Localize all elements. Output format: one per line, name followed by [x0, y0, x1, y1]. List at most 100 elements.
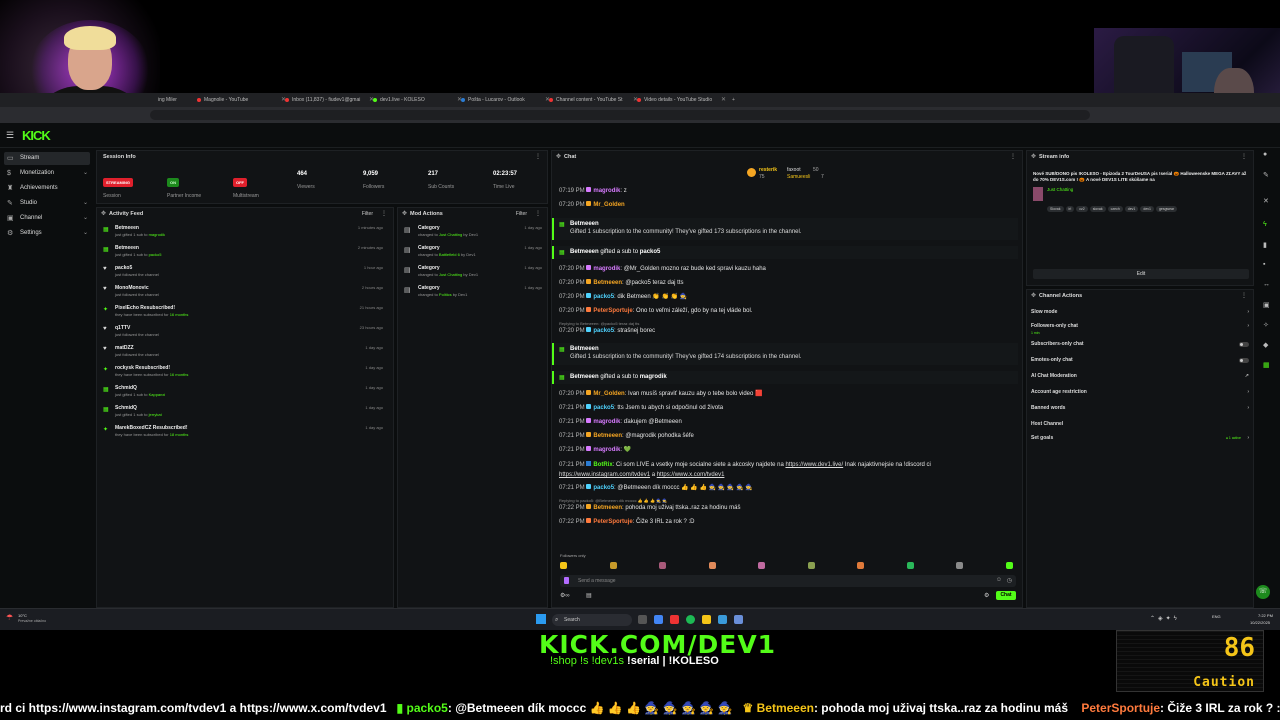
more-icon[interactable]: ⋮ — [535, 153, 541, 160]
chat-username[interactable]: packo5 — [593, 405, 614, 411]
feed-item[interactable]: ▦ Betmeeen just gifted 1 sub to packo5 2 mi… — [101, 244, 387, 264]
sidebar-item-achievements[interactable]: ♜ Achievements — [4, 182, 90, 195]
chat-username[interactable]: packo5 — [593, 485, 614, 491]
paint-icon[interactable]: ◆ — [1263, 341, 1268, 349]
pencil-icon[interactable]: ✎ — [1263, 171, 1269, 179]
card-icon[interactable]: ▮ — [1263, 241, 1267, 249]
chat-message[interactable]: 07:21 PM BotRix: Ci som LIVE a vsetky mo… — [559, 460, 1019, 480]
folder-icon[interactable] — [702, 615, 711, 624]
emote-icon[interactable] — [758, 562, 765, 569]
message-link[interactable]: https://www.dev1.live/ — [785, 462, 843, 468]
drag-handle-icon[interactable]: ✥ — [1031, 292, 1036, 299]
vote-icon[interactable]: ▦ — [1263, 361, 1270, 369]
stream-tag[interactable]: czech — [1107, 206, 1123, 212]
chat-username[interactable]: Betmeeen — [593, 505, 622, 511]
chat-message[interactable]: 07:20 PM Betmeeen: @packo5 teraz daj tts — [559, 279, 1019, 286]
feed-item[interactable]: ✦ PixelEcho Resubscribed! they have been s… — [101, 304, 387, 324]
gift-target[interactable]: magrodik — [640, 374, 667, 380]
chat-message[interactable]: 07:19 PM magrodik: z — [559, 187, 1019, 194]
chat-settings-icon[interactable]: ⚙ — [984, 592, 989, 599]
stream-tag[interactable]: cz2 — [1076, 206, 1088, 212]
feed-item[interactable]: ♥ MonoMonovic just followed the channel 2 h… — [101, 284, 387, 304]
sword-icon[interactable]: ✕ — [1263, 197, 1269, 205]
emote-icon[interactable] — [609, 562, 617, 569]
menu-icon[interactable]: ☰ — [6, 130, 14, 141]
stream-tag[interactable]: irl — [1065, 206, 1075, 212]
message-link[interactable]: https://www.x.com/tvdev1 — [657, 472, 725, 478]
chat-message[interactable]: 07:21 PM magrodik: 💚 — [559, 446, 1019, 453]
stream-tag[interactable]: dev1 — [1124, 206, 1139, 212]
browser-tab[interactable]: Magnolie - YouTube ✕ — [196, 95, 286, 105]
browser-tab[interactable]: Pošta - Lucarov - Outlook ✕ — [460, 95, 550, 105]
emote-icon[interactable] — [560, 562, 567, 569]
clock-time[interactable]: 7:22 PM — [1258, 613, 1273, 618]
chat-message[interactable]: 07:20 PM packo5: strašnej borec — [559, 327, 1019, 334]
channel-action-emotes-only-chat[interactable]: Emotes-only chat — [1031, 354, 1249, 366]
fullscreen-icon[interactable]: ↔ — [1263, 281, 1270, 288]
gifter-name[interactable]: Betmeeen — [570, 221, 599, 227]
stream-tag[interactable]: dev1 — [1140, 206, 1154, 212]
circle-icon[interactable]: ● — [1263, 151, 1267, 158]
chat-username[interactable]: Mr_Golden — [593, 391, 624, 397]
chat-username[interactable]: Mr_Golden — [593, 202, 624, 208]
emote-icon[interactable] — [807, 562, 815, 569]
start-icon[interactable] — [536, 614, 546, 624]
spotify-icon[interactable] — [686, 615, 695, 624]
feed-item[interactable]: ♥ packo5 just followed the channel 1 hour a… — [101, 264, 387, 284]
browser-tab[interactable]: Video details - YouTube Studio ✕ — [636, 95, 726, 105]
feed-item[interactable]: ♥ matDZZ just followed the channel 1 day ag… — [101, 344, 387, 364]
chat-username[interactable]: magrodik — [593, 188, 620, 194]
task-view-icon[interactable] — [638, 615, 647, 624]
chat-username[interactable]: Betmeeen — [593, 433, 622, 439]
chat-message[interactable]: 07:22 PM PeterSportuje: Čiže 3 IRL za ro… — [559, 518, 1019, 525]
chat-username[interactable]: packo5 — [593, 328, 614, 334]
input-language[interactable]: ENG — [1212, 614, 1221, 619]
gifter-name[interactable]: Betmeeen — [570, 346, 599, 352]
edit-stream-info-button[interactable]: Edit — [1033, 269, 1249, 279]
browser-tab[interactable]: Channel content - YouTube St ✕ — [548, 95, 638, 105]
feed-item[interactable]: ▦ Betmeeen just gifted 1 sub to magrodik 1 … — [101, 224, 387, 244]
timer-icon[interactable]: ◷ — [1007, 577, 1012, 584]
sidebar-item-channel[interactable]: ▣ Channel ⌄ — [4, 212, 90, 225]
drag-handle-icon[interactable]: ✥ — [101, 210, 106, 217]
chat-message[interactable]: 07:20 PM Mr_Golden — [559, 201, 1019, 208]
filter-button[interactable]: Filter — [362, 211, 373, 217]
taskbar-search[interactable]: ⌕ Search — [552, 614, 632, 626]
more-icon[interactable]: ⋮ — [1241, 292, 1247, 299]
feed-item[interactable]: ♥ q1TTV just followed the channel 23 hours … — [101, 324, 387, 344]
settings-icon[interactable]: ⚙∞ — [560, 592, 570, 599]
send-chat-button[interactable]: Chat — [996, 591, 1016, 600]
app-icon[interactable] — [718, 615, 727, 624]
stream-tag[interactable]: gesgwear — [1155, 206, 1178, 212]
drag-handle-icon[interactable]: ✥ — [402, 210, 407, 217]
chat-message[interactable]: 07:20 PM Mr_Golden: Ivan musíš spraviť k… — [559, 390, 1019, 397]
sidebar-item-monetization[interactable]: $ Monetization ⌄ — [4, 167, 90, 180]
app-icon[interactable] — [670, 615, 679, 624]
stream-tag[interactable]: Slovak — [1047, 206, 1064, 212]
emote-icon[interactable] — [956, 562, 963, 569]
emote-icon[interactable] — [1005, 562, 1013, 569]
mod-action-item[interactable]: ▤ Category changed to Just Chatting by Dev… — [402, 224, 546, 244]
channel-action-set-goals[interactable]: Set goals ● 1 active › — [1031, 432, 1249, 444]
browser-tab[interactable]: ing Miler — [150, 95, 190, 105]
app-icon[interactable] — [734, 615, 743, 624]
mod-action-item[interactable]: ▤ Category changed to Battlefield 6 by Dev… — [402, 244, 546, 264]
emote-icon[interactable] — [857, 562, 864, 569]
gifter-name[interactable]: Betmeeen — [570, 249, 599, 255]
channel-action-account-age-restriction[interactable]: Account age restriction › — [1031, 386, 1249, 398]
stream-tag[interactable]: slovak — [1089, 206, 1106, 212]
kick-logo[interactable]: KICK — [22, 128, 51, 143]
emote-picker-icon[interactable]: ☺ — [996, 577, 1002, 583]
chat-message[interactable]: 07:22 PM Betmeeen: pohoda moj uživaj tts… — [559, 504, 1019, 511]
channel-action-subscribers-only-chat[interactable]: Subscribers-only chat — [1031, 338, 1249, 350]
mod-action-item[interactable]: ▤ Category changed to Just Chatting by Dev… — [402, 264, 546, 284]
channel-action-host-channel[interactable]: Host Channel — [1031, 418, 1249, 430]
url-field[interactable] — [150, 110, 1090, 120]
feed-item[interactable]: ▦ SchmidQ just gifted 1 sub to jerrykat 1 d… — [101, 404, 387, 424]
drag-handle-icon[interactable]: ✥ — [556, 153, 561, 160]
box-icon[interactable]: ▣ — [1263, 301, 1270, 309]
more-icon[interactable]: ⋮ — [1241, 153, 1247, 160]
chat-username[interactable]: magrodik — [593, 419, 620, 425]
gift-target[interactable]: packo5 — [640, 249, 661, 255]
chat-input[interactable]: Send a message ☺ ◷ — [560, 575, 1016, 587]
